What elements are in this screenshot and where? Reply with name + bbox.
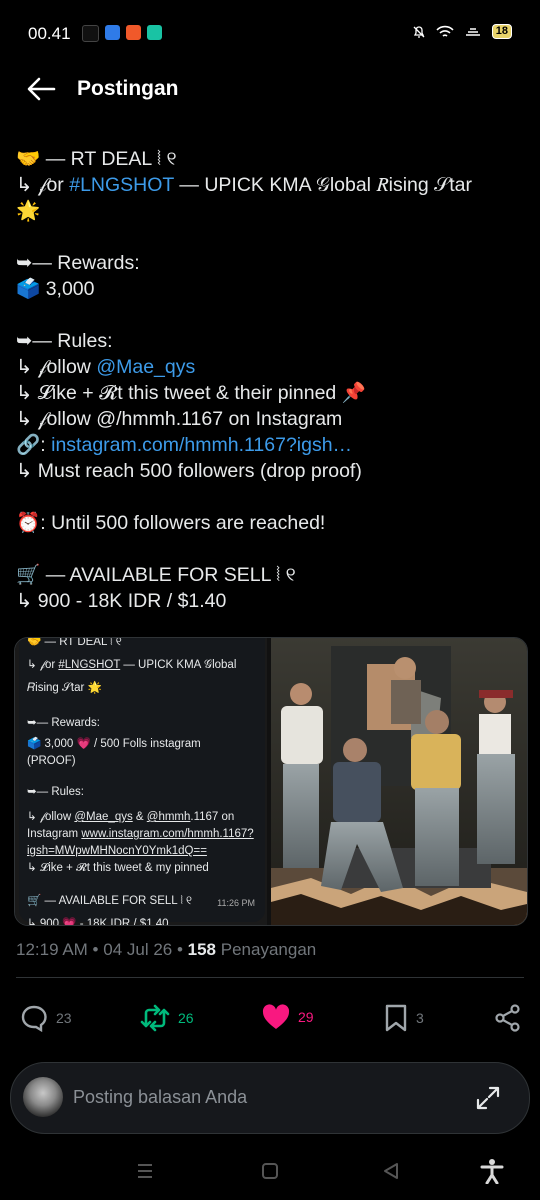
repost-button[interactable]: 26 <box>140 1004 194 1032</box>
post-line-text: — UPICK KMA 𝒢lobal 𝑅ising 𝒮tar <box>173 174 472 196</box>
screenshot-text: & <box>132 811 147 823</box>
post-text: 🤝 — RT DEAL ⦚ ୧ ↳ 𝒻or #LNGSHOT — UPICK K… <box>16 146 526 614</box>
back-nav-icon[interactable] <box>382 1162 400 1180</box>
reply-input[interactable]: Posting balasan Anda <box>73 1087 247 1108</box>
screenshot-line: ↳ 𝒻or #LNGSHOT — UPICK KMA 𝒢lobal <box>27 657 257 674</box>
battery-icon: 18 <box>491 24 512 39</box>
screenshot-line: (PROOF) <box>27 755 76 767</box>
screenshot-mention: @hmmh <box>146 811 191 823</box>
heart-icon <box>262 1004 290 1029</box>
home-nav-icon[interactable] <box>261 1162 279 1180</box>
screenshot-line: ↳ 900 💗 - 18K IDR / $1.40 <box>27 918 169 926</box>
media-photo[interactable] <box>271 638 527 925</box>
post-actions: 23 26 29 3 <box>0 1000 540 1040</box>
post-line: ➥— Rules: <box>16 330 113 352</box>
shopee-icon <box>126 25 141 40</box>
screenshot-mention: @Mae_qys <box>74 811 133 823</box>
menu-nav-icon[interactable] <box>136 1162 154 1180</box>
screenshot-line: Instagram www.instagram.com/hmmh.1167? <box>27 826 257 843</box>
screenshot-text: Instagram <box>27 828 82 840</box>
top-app-bar: Postingan <box>0 62 540 116</box>
screenshot-line: igsh=MWpwMHNocnY0Ymk1dQ== <box>27 845 207 857</box>
screenshot-timestamp: 11:26 PM <box>217 898 255 908</box>
reply-composer[interactable]: Posting balasan Anda <box>10 1062 530 1134</box>
screenshot-text: ↳ 𝒻ollow <box>27 811 75 823</box>
view-count: 158 <box>187 940 217 959</box>
screenshot-line: 🗳️ 3,000 💗 / 500 Folls instagram <box>27 738 201 750</box>
screenshot-text: — UPICK KMA 𝒢lobal <box>120 659 237 671</box>
post-line: ↳ 900 - 18K IDR / $1.40 <box>16 590 227 612</box>
bookmark-count: 3 <box>416 1010 424 1026</box>
post-line: ↳ Must reach 500 followers (drop proof) <box>16 460 362 482</box>
back-arrow-icon[interactable] <box>26 76 56 102</box>
expand-icon[interactable] <box>475 1085 501 1111</box>
post-line-text: 🤝 — RT DEAL ⦚ ୧ <box>16 148 177 170</box>
screenshot-card: 🤝 — RT DEAL ⦚ ୧ ↳ 𝒻or #LNGSHOT — UPICK K… <box>19 637 265 925</box>
media-screenshot[interactable]: 🤝 — RT DEAL ⦚ ୧ ↳ 𝒻or #LNGSHOT — UPICK K… <box>15 638 267 925</box>
bookmark-button[interactable]: 3 <box>384 1004 424 1032</box>
screenshot-text: ↳ 𝒻or <box>27 659 59 671</box>
like-button[interactable]: 29 <box>262 1004 314 1030</box>
group-photo-image <box>271 638 527 925</box>
wifi-icon <box>436 25 454 37</box>
mention-link[interactable]: @Mae_qys <box>96 356 195 378</box>
post-line: 🤝 — RT DEAL ⦚ ୧ <box>16 146 526 172</box>
url-link[interactable]: instagram.com/hmmh.1167?igsh… <box>51 434 352 456</box>
reply-icon <box>21 1005 47 1032</box>
post-line: ↳ 𝒻ollow @Mae_qys <box>16 354 526 380</box>
screenshot-link: www.instagram.com/hmmh.1167? <box>81 828 254 840</box>
post-line-text: ↳ 𝒻or <box>16 174 70 196</box>
screenshot-line: ➥— Rules: <box>27 786 84 798</box>
reply-count: 23 <box>56 1010 72 1026</box>
page-title: Postingan <box>77 77 179 100</box>
accessibility-icon[interactable] <box>480 1158 504 1184</box>
post-line: ↳ 𝒻ollow @/hmmh.1167 on Instagram <box>16 408 343 430</box>
post-line: ⏰: Until 500 followers are reached! <box>16 512 326 534</box>
post-line: ➥— Rewards: <box>16 252 140 274</box>
post-line: 🌟 <box>16 200 41 222</box>
post-line: ↳ 𝓛ike + 𝓡t this tweet & their pinned 📌 <box>16 382 366 404</box>
screenshot-line: ↳ 𝓛ike + 𝓡t this tweet & my pinned <box>27 862 209 874</box>
cast-icon <box>465 27 480 36</box>
screenshot-line: 🤝 — RT DEAL ⦚ ୧ <box>27 637 122 648</box>
repost-count: 26 <box>178 1010 194 1026</box>
like-count: 29 <box>298 1009 314 1025</box>
app-blue-icon <box>105 25 120 40</box>
share-button[interactable] <box>494 1004 522 1032</box>
screenshot-text: .1167 on <box>190 811 235 823</box>
post-line: 🗳️ 3,000 <box>16 278 95 300</box>
screenshot-line: ↳ 𝒻ollow @Mae_qys & @hmmh.1167 on <box>27 809 257 826</box>
repost-icon <box>140 1004 170 1032</box>
post-meta: 12:19 AM • 04 Jul 26 • 158 Penayangan <box>16 940 317 959</box>
views-label: Penayangan <box>220 940 317 959</box>
hashtag-link[interactable]: #LNGSHOT <box>69 174 174 196</box>
post-line: 🔗: instagram.com/hmmh.1167?igsh… <box>16 432 526 458</box>
status-right: 18 <box>412 24 512 39</box>
notification-icons <box>82 25 162 42</box>
mute-icon <box>413 25 425 38</box>
post-media[interactable]: 🤝 — RT DEAL ⦚ ୧ ↳ 𝒻or #LNGSHOT — UPICK K… <box>14 637 528 926</box>
post-line: 🛒 — AVAILABLE FOR SELL ⦚ ୧ <box>16 564 296 586</box>
divider <box>16 977 524 978</box>
status-bar: 00.41 18 <box>0 0 540 62</box>
post-line: ↳ 𝒻or #LNGSHOT — UPICK KMA 𝒢lobal 𝑅ising… <box>16 172 526 198</box>
reply-button[interactable]: 23 <box>20 1004 72 1032</box>
share-icon <box>495 1004 520 1032</box>
app-teal-icon <box>147 25 162 40</box>
post-time: 12:19 AM <box>16 940 88 959</box>
screenshot-line: 𝑅ising 𝒮tar 🌟 <box>27 682 102 694</box>
tiktok-icon <box>82 25 99 42</box>
avatar <box>23 1077 63 1117</box>
status-time: 00.41 <box>28 24 71 43</box>
system-nav-bar <box>0 1140 540 1200</box>
bookmark-icon <box>385 1004 407 1032</box>
post-date: 04 Jul 26 <box>103 940 173 959</box>
screenshot-hashtag: #LNGSHOT <box>58 659 121 671</box>
screenshot-line: ➥— Rewards: <box>27 717 100 729</box>
post-line-text: ↳ 𝒻ollow <box>16 356 97 378</box>
post-line-text: 🔗: <box>16 434 52 456</box>
